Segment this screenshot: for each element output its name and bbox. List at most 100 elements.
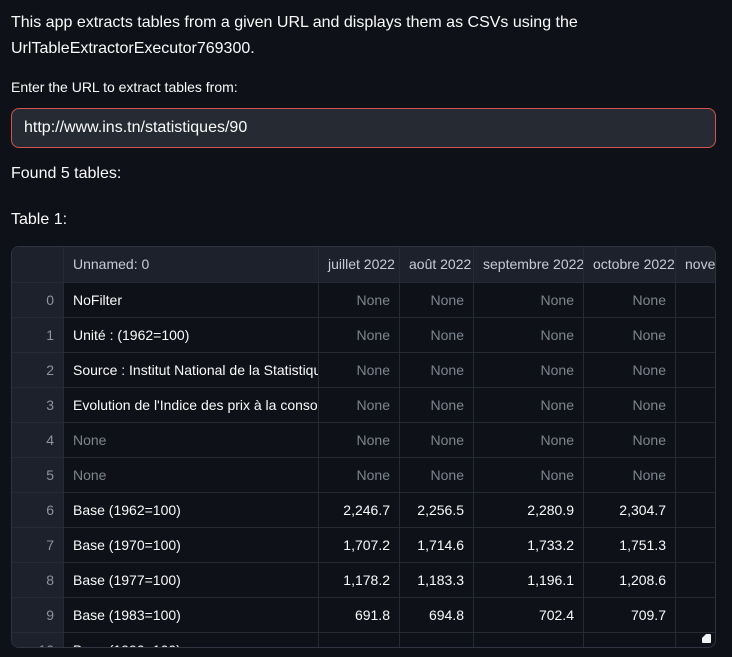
- table-cell[interactable]: None: [474, 388, 584, 422]
- table-row: 7Base (1970=100)1,707.21,714.61,733.21,7…: [12, 528, 716, 563]
- table-row: 3Evolution de l'Indice des prix à la con…: [12, 388, 716, 423]
- table-cell[interactable]: None: [319, 458, 400, 492]
- table-cell[interactable]: 1,707.2: [319, 528, 400, 562]
- table-cell[interactable]: 1,196.1: [474, 563, 584, 597]
- table-cell[interactable]: 2,304.7: [584, 493, 676, 527]
- row-index-cell[interactable]: 3: [12, 388, 64, 422]
- table-cell[interactable]: None: [400, 283, 474, 317]
- table-cell[interactable]: None: [319, 318, 400, 352]
- table-row: 6Base (1962=100)2,246.72,256.52,280.92,3…: [12, 493, 716, 528]
- table-cell[interactable]: None: [584, 423, 676, 457]
- table-cell[interactable]: 1,714.6: [400, 528, 474, 562]
- table-cell[interactable]: None: [400, 423, 474, 457]
- table-cell[interactable]: [584, 633, 676, 648]
- url-input-label: Enter the URL to extract tables from:: [11, 78, 721, 96]
- table-cell[interactable]: None: [474, 283, 584, 317]
- table-row: 0NoFilterNoneNoneNoneNone: [12, 283, 716, 318]
- table-cell[interactable]: 1,733.2: [474, 528, 584, 562]
- column-header[interactable]: août 2022: [400, 247, 474, 282]
- column-header[interactable]: novembre 2022: [676, 247, 716, 282]
- table-cell[interactable]: Unité : (1962=100): [64, 318, 319, 352]
- table-cell[interactable]: [676, 493, 716, 527]
- table-cell[interactable]: [319, 633, 400, 648]
- table-cell[interactable]: [676, 353, 716, 387]
- found-tables-text: Found 5 tables:: [11, 164, 721, 184]
- table-cell[interactable]: Base (1977=100): [64, 563, 319, 597]
- table-cell[interactable]: None: [319, 388, 400, 422]
- table-cell[interactable]: None: [319, 283, 400, 317]
- table-cell[interactable]: Base (1962=100): [64, 493, 319, 527]
- table-cell[interactable]: None: [474, 318, 584, 352]
- row-index-cell[interactable]: 7: [12, 528, 64, 562]
- corner-header-cell[interactable]: [12, 247, 64, 282]
- row-index-cell[interactable]: 0: [12, 283, 64, 317]
- row-index-cell[interactable]: 5: [12, 458, 64, 492]
- row-index-cell[interactable]: 6: [12, 493, 64, 527]
- table-cell[interactable]: 2,280.9: [474, 493, 584, 527]
- table-cell[interactable]: 1,751.3: [584, 528, 676, 562]
- table-cell[interactable]: None: [400, 388, 474, 422]
- table-cell[interactable]: NoFilter: [64, 283, 319, 317]
- dataframe-grid: Unnamed: 0juillet 2022août 2022septembre…: [12, 247, 715, 648]
- table-cell[interactable]: 1,178.2: [319, 563, 400, 597]
- table-row: 10Base (1990=100): [12, 633, 716, 648]
- row-index-cell[interactable]: 9: [12, 598, 64, 632]
- table-cell[interactable]: 709.7: [584, 598, 676, 632]
- intro-text: This app extracts tables from a given UR…: [11, 10, 721, 62]
- table-cell[interactable]: [676, 598, 716, 632]
- row-index-cell[interactable]: 2: [12, 353, 64, 387]
- table-cell[interactable]: None: [584, 283, 676, 317]
- table-cell[interactable]: [676, 388, 716, 422]
- column-header[interactable]: juillet 2022: [319, 247, 400, 282]
- table-cell[interactable]: 2,256.5: [400, 493, 474, 527]
- table-row: 2Source : Institut National de la Statis…: [12, 353, 716, 388]
- row-index-cell[interactable]: 10: [12, 633, 64, 648]
- table-row: 4NoneNoneNoneNoneNone: [12, 423, 716, 458]
- table-cell[interactable]: 1,208.6: [584, 563, 676, 597]
- url-input[interactable]: [11, 108, 716, 148]
- table-cell[interactable]: 1,183.3: [400, 563, 474, 597]
- table-cell[interactable]: Base (1983=100): [64, 598, 319, 632]
- table-cell[interactable]: Evolution de l'Indice des prix à la cons…: [64, 388, 319, 422]
- table-cell[interactable]: 702.4: [474, 598, 584, 632]
- table-cell[interactable]: Source : Institut National de la Statist…: [64, 353, 319, 387]
- row-index-cell[interactable]: 8: [12, 563, 64, 597]
- table-cell[interactable]: None: [584, 353, 676, 387]
- table-cell[interactable]: None: [64, 423, 319, 457]
- table-header-row: Unnamed: 0juillet 2022août 2022septembre…: [12, 247, 716, 283]
- table-cell[interactable]: None: [319, 423, 400, 457]
- table-cell[interactable]: None: [584, 388, 676, 422]
- table-cell[interactable]: [474, 633, 584, 648]
- table-cell[interactable]: None: [474, 458, 584, 492]
- table-row: 5NoneNoneNoneNoneNone: [12, 458, 716, 493]
- table-cell[interactable]: None: [474, 423, 584, 457]
- table-cell[interactable]: None: [400, 458, 474, 492]
- table-cell[interactable]: [676, 318, 716, 352]
- table-cell[interactable]: [400, 633, 474, 648]
- table-cell[interactable]: [676, 528, 716, 562]
- table-cell[interactable]: [676, 423, 716, 457]
- table-cell[interactable]: [676, 458, 716, 492]
- table-cell[interactable]: None: [319, 353, 400, 387]
- column-header[interactable]: octobre 2022: [584, 247, 676, 282]
- column-header[interactable]: Unnamed: 0: [64, 247, 319, 282]
- table-row: 1Unité : (1962=100)NoneNoneNoneNone: [12, 318, 716, 353]
- table-cell[interactable]: None: [474, 353, 584, 387]
- column-header[interactable]: septembre 2022: [474, 247, 584, 282]
- table-cell[interactable]: None: [584, 318, 676, 352]
- table-cell[interactable]: 694.8: [400, 598, 474, 632]
- app-root: This app extracts tables from a given UR…: [11, 10, 721, 648]
- table-cell[interactable]: [676, 563, 716, 597]
- table-caption: Table 1:: [11, 210, 721, 230]
- table-cell[interactable]: None: [584, 458, 676, 492]
- table-cell[interactable]: Base (1970=100): [64, 528, 319, 562]
- table-cell[interactable]: None: [400, 353, 474, 387]
- table-cell[interactable]: 2,246.7: [319, 493, 400, 527]
- table-cell[interactable]: [676, 283, 716, 317]
- table-cell[interactable]: Base (1990=100): [64, 633, 319, 648]
- table-cell[interactable]: None: [400, 318, 474, 352]
- table-cell[interactable]: 691.8: [319, 598, 400, 632]
- table-cell[interactable]: None: [64, 458, 319, 492]
- row-index-cell[interactable]: 4: [12, 423, 64, 457]
- row-index-cell[interactable]: 1: [12, 318, 64, 352]
